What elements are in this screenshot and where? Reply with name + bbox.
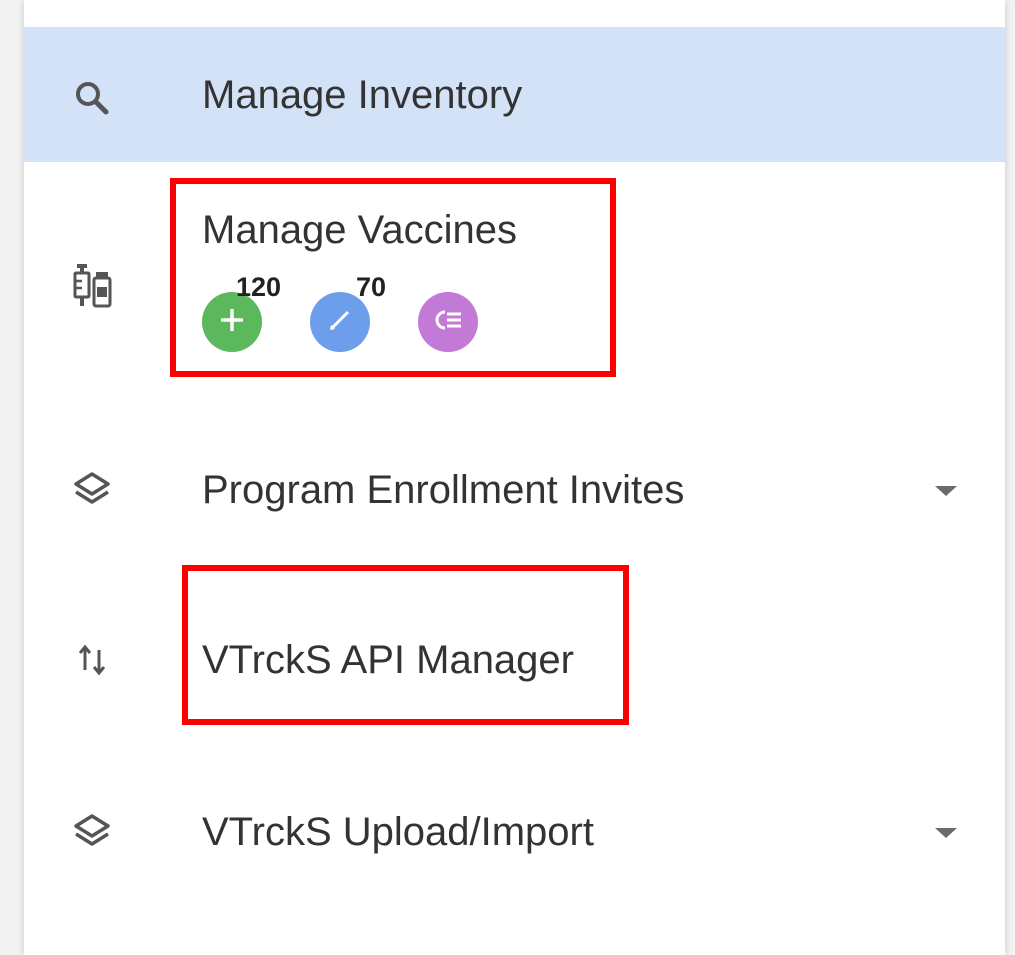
nav-item-program-enrollment-invites[interactable]: Program Enrollment Invites [24, 392, 1005, 572]
pencil-icon [325, 305, 355, 340]
list-icon [431, 305, 465, 340]
vaccine-actions: 120 70 [202, 272, 502, 354]
layers-icon [68, 466, 116, 514]
nav-item-label: VTrckS Upload/Import [202, 810, 594, 854]
add-count-badge: 120 [236, 272, 282, 302]
chevron-down-icon[interactable] [935, 486, 957, 496]
chevron-down-icon[interactable] [935, 828, 957, 838]
search-icon [68, 74, 116, 122]
plus-icon [217, 305, 247, 340]
navigation-panel: Manage Inventory Manage Vaccines 120 70 … [24, 0, 1005, 955]
sort-arrows-icon [68, 636, 116, 684]
layers-icon [68, 808, 116, 856]
nav-item-vtrcks-upload-import[interactable]: VTrckS Upload/Import [24, 752, 1005, 912]
edit-count-badge: 70 [356, 272, 387, 302]
nav-item-manage-inventory[interactable]: Manage Inventory [24, 27, 1005, 162]
nav-item-label: Program Enrollment Invites [202, 468, 685, 512]
vaccine-syringe-vial-icon [68, 262, 116, 310]
nav-item-label: Manage Vaccines [202, 208, 517, 252]
list-vaccine-button[interactable] [418, 292, 478, 352]
nav-item-manage-vaccines[interactable]: Manage Vaccines 120 70 [24, 162, 1005, 392]
nav-item-vtrcks-api-manager[interactable]: VTrckS API Manager [24, 572, 1005, 752]
nav-item-label: VTrckS API Manager [202, 638, 574, 682]
nav-item-label: Manage Inventory [202, 73, 523, 117]
